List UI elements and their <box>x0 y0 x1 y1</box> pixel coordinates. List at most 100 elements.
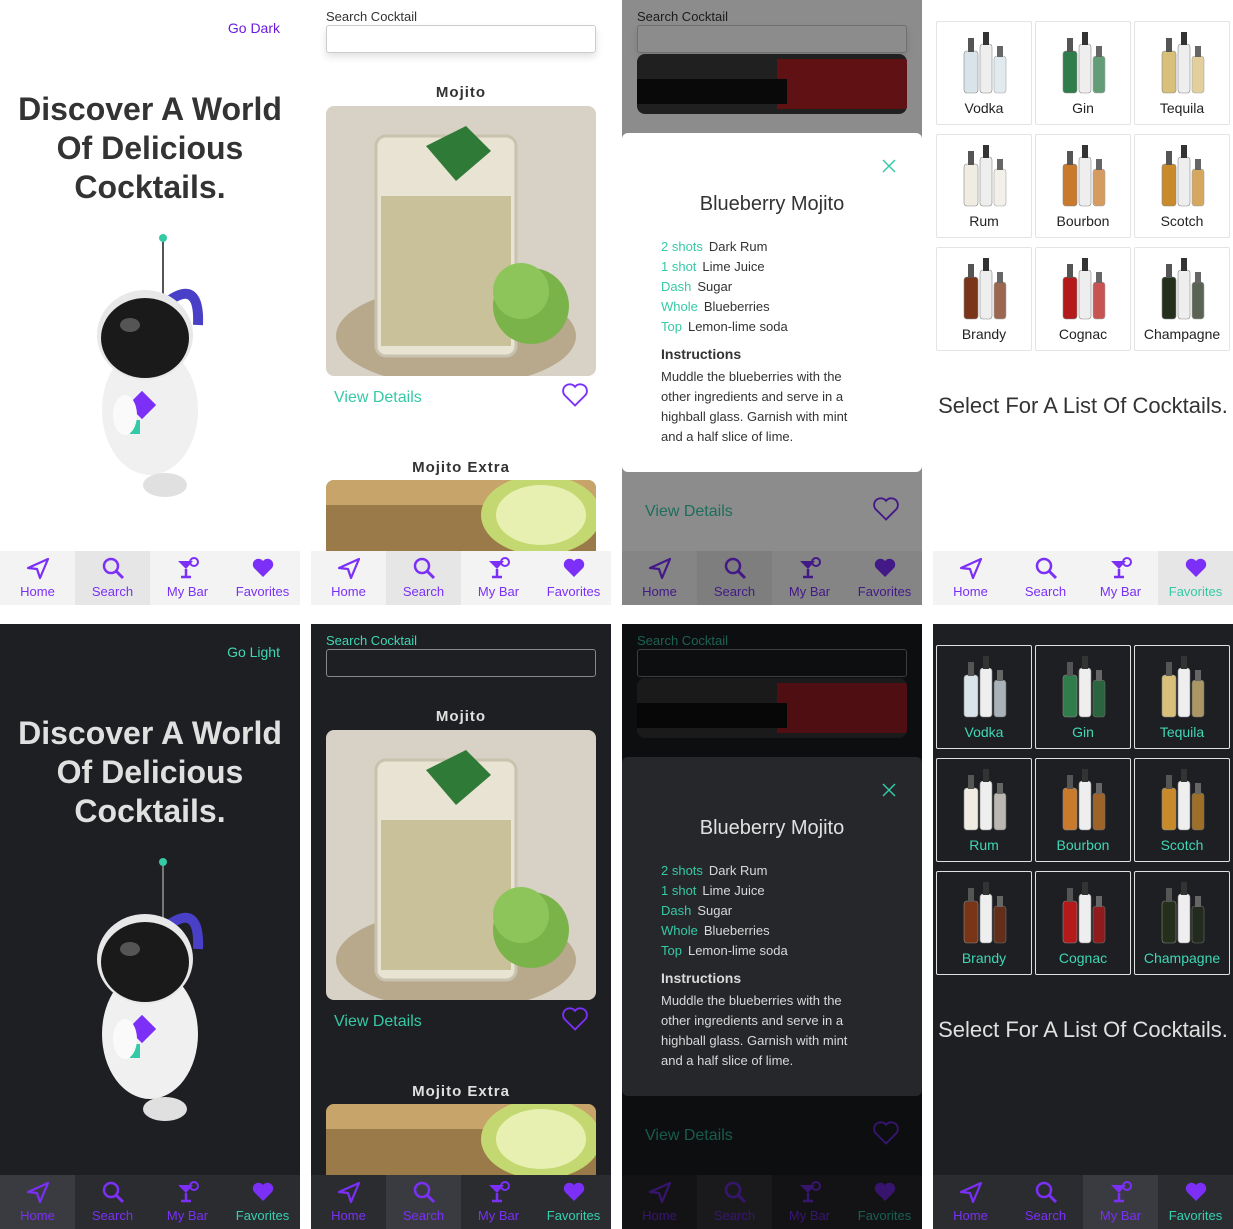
drink-image[interactable] <box>326 730 596 1000</box>
view-details-link[interactable]: View Details <box>334 1013 422 1031</box>
nav-mybar[interactable]: My Bar <box>461 551 536 605</box>
spirits-grid: Vodka Gin Tequila Rum Bourbon Scotch Brandy Cog… <box>936 21 1230 351</box>
nav-search-label: Search <box>91 1208 134 1223</box>
spirit-tile[interactable]: Bourbon <box>1035 758 1131 862</box>
close-icon[interactable] <box>882 159 896 173</box>
nav-search[interactable]: Search <box>1008 1175 1083 1229</box>
nav-home[interactable]: Home <box>0 1175 75 1229</box>
spirit-tile[interactable]: Cognac <box>1035 247 1131 351</box>
ingredient-amount: Whole <box>661 923 698 938</box>
heart-icon <box>1185 558 1206 577</box>
heart-outline-icon[interactable] <box>561 381 589 409</box>
nav-favorites[interactable]: Favorites <box>1158 1175 1233 1229</box>
view-details-link[interactable]: View Details <box>334 389 422 407</box>
nav-search[interactable]: Search <box>386 551 461 605</box>
nav-search[interactable]: Search <box>75 551 150 605</box>
spirit-tile[interactable]: Rum <box>936 758 1032 862</box>
search-icon <box>1035 1181 1057 1204</box>
select-prompt: Select For A List Of Cocktails. <box>938 1017 1228 1042</box>
ingredient-amount: Dash <box>661 903 692 918</box>
nav-mybar[interactable]: My Bar <box>150 1175 225 1229</box>
theme-toggle-link[interactable]: Go Dark <box>228 20 280 36</box>
nav-mybar[interactable]: My Bar <box>1083 551 1158 605</box>
close-icon[interactable] <box>882 783 896 797</box>
ingredient-name: Blueberries <box>703 923 770 938</box>
ingredient-name: Sugar <box>697 903 733 918</box>
bottles-icon <box>963 32 1007 94</box>
nav-mybar[interactable]: My Bar <box>150 551 225 605</box>
mojito-photo <box>326 106 596 376</box>
nav-favorites-label: Favorites <box>546 1208 601 1223</box>
nav-home[interactable]: Home <box>933 1175 1008 1229</box>
ingredient-row: Top Lemon-lime soda <box>661 317 788 337</box>
heart-icon <box>563 1182 584 1201</box>
nav-mybar[interactable]: My Bar <box>1083 1175 1158 1229</box>
bottles-icon <box>1161 32 1205 94</box>
nav-favorites[interactable]: Favorites <box>536 1175 611 1229</box>
nav-search[interactable]: Search <box>1008 551 1083 605</box>
astronaut-illustration <box>97 858 204 1121</box>
nav-mybar-label: My Bar <box>1099 584 1142 599</box>
spirit-tile[interactable]: Rum <box>936 134 1032 238</box>
ingredient-amount: Top <box>661 319 682 334</box>
bottles-icon <box>1161 882 1205 944</box>
nav-home[interactable]: Home <box>311 1175 386 1229</box>
nav-home[interactable]: Home <box>933 551 1008 605</box>
drink-image[interactable] <box>326 106 596 376</box>
ingredient-row: Dash Sugar <box>661 901 788 921</box>
drink-image[interactable] <box>326 480 596 560</box>
nav-search[interactable]: Search <box>386 1175 461 1229</box>
spirit-label: Rum <box>969 213 999 229</box>
spirit-tile[interactable]: Champagne <box>1134 247 1230 351</box>
spirit-tile[interactable]: Cognac <box>1035 871 1131 975</box>
spirit-label: Tequila <box>1159 100 1205 116</box>
spirit-label: Cognac <box>1058 326 1108 342</box>
drink-title: Mojito Extra <box>412 459 510 476</box>
nav-mybar[interactable]: My Bar <box>461 1175 536 1229</box>
nav-home-label: Home <box>331 1208 366 1223</box>
mojito-photo <box>326 730 596 1000</box>
nav-favorites[interactable]: Favorites <box>1158 551 1233 605</box>
spirit-tile[interactable]: Scotch <box>1134 134 1230 238</box>
bottom-nav: Home Search My Bar Favorites <box>0 551 300 605</box>
nav-favorites[interactable]: Favorites <box>225 1175 300 1229</box>
nav-favorites[interactable]: Favorites <box>536 551 611 605</box>
spirit-label: Champagne <box>1143 950 1221 966</box>
spirit-tile[interactable]: Tequila <box>1134 645 1230 749</box>
spirit-tile[interactable]: Vodka <box>936 645 1032 749</box>
spirit-tile[interactable]: Vodka <box>936 21 1032 125</box>
bottles-icon <box>963 882 1007 944</box>
spirit-tile[interactable]: Gin <box>1035 645 1131 749</box>
nav-home[interactable]: Home <box>0 551 75 605</box>
spirit-tile[interactable]: Gin <box>1035 21 1131 125</box>
spirit-tile[interactable]: Tequila <box>1134 21 1230 125</box>
theme-toggle-link[interactable]: Go Light <box>227 644 280 660</box>
cocktail-glass-icon <box>1110 557 1132 579</box>
search-input[interactable] <box>326 649 596 677</box>
heart-outline-icon[interactable] <box>561 1005 589 1033</box>
nav-search-label: Search <box>1024 584 1067 599</box>
spirit-tile[interactable]: Bourbon <box>1035 134 1131 238</box>
bottom-nav: Home Search My Bar Favorites <box>0 1175 300 1229</box>
spirit-tile[interactable]: Brandy <box>936 871 1032 975</box>
heart-icon <box>563 558 584 577</box>
cocktail-glass-icon <box>488 557 510 579</box>
spirit-tile[interactable]: Scotch <box>1134 758 1230 862</box>
bottles-icon <box>1062 145 1106 207</box>
bottom-nav: Home Search My Bar Favorites <box>311 551 611 605</box>
mybar-screen-light: Vodka Gin Tequila Rum Bourbon Scotch Brandy Cog… <box>933 0 1233 605</box>
instructions-text: Muddle the blueberries with the other in… <box>661 993 848 1068</box>
heart-icon <box>252 1182 273 1201</box>
spirit-label: Rum <box>969 837 999 853</box>
nav-home-label: Home <box>20 1208 55 1223</box>
nav-favorites[interactable]: Favorites <box>225 551 300 605</box>
spirit-tile[interactable]: Brandy <box>936 247 1032 351</box>
search-input[interactable] <box>326 25 596 53</box>
nav-search[interactable]: Search <box>75 1175 150 1229</box>
drink-image[interactable] <box>326 1104 596 1184</box>
hero-heading: Discover A World Of Delicious Cocktails. <box>18 91 282 205</box>
nav-favorites-label: Favorites <box>1168 1208 1223 1223</box>
nav-home[interactable]: Home <box>311 551 386 605</box>
ingredient-amount: Top <box>661 943 682 958</box>
spirit-tile[interactable]: Champagne <box>1134 871 1230 975</box>
